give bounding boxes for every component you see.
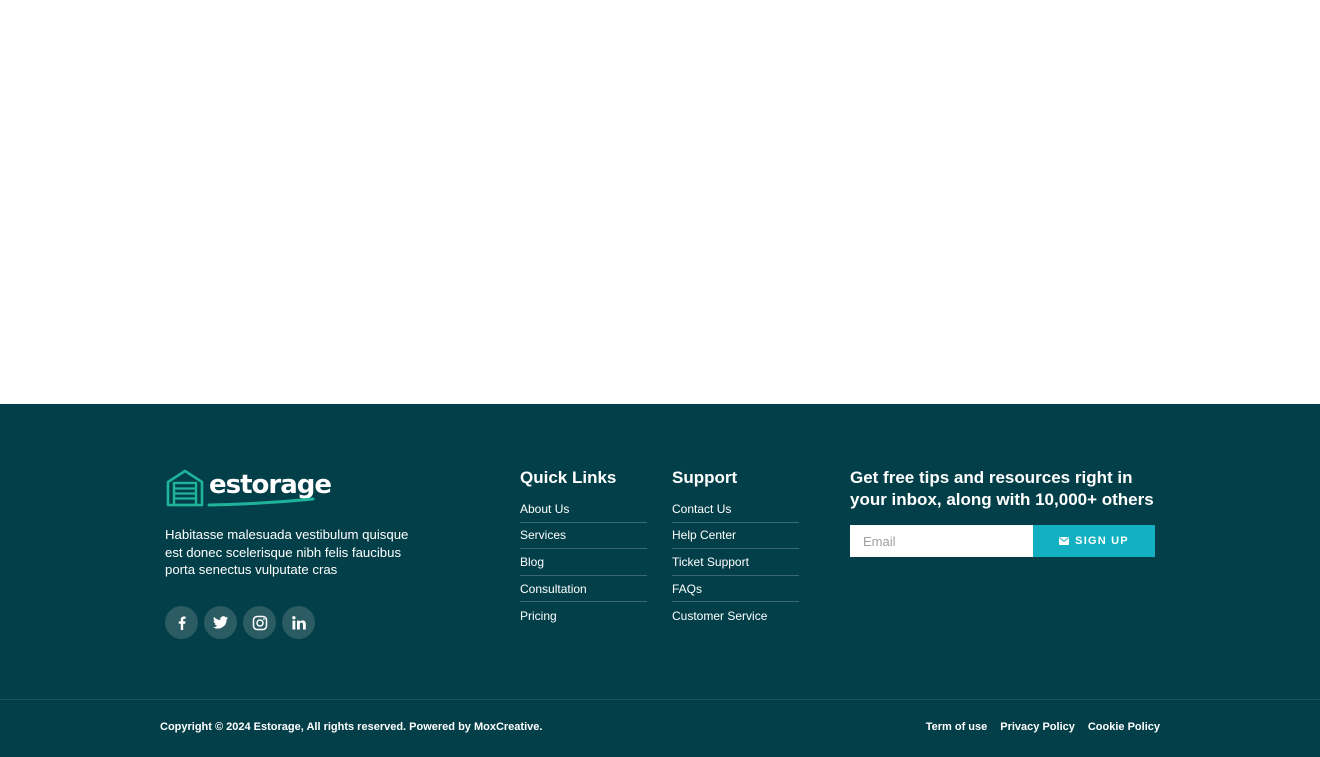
linkedin-link[interactable]: [282, 606, 315, 640]
copyright-text: Copyright © 2024 Estorage, All rights re…: [160, 721, 543, 733]
list-item: Consultation: [520, 576, 647, 603]
logo-wordmark: estorage: [209, 470, 332, 500]
page-content-area: [0, 0, 1320, 404]
twitter-link[interactable]: [204, 606, 237, 640]
support-link-contact-us[interactable]: Contact Us: [672, 502, 731, 516]
storage-unit-icon: [166, 469, 204, 507]
support-link-customer-service[interactable]: Customer Service: [672, 609, 767, 623]
quick-links-list: About Us Services Blog Consultation Pric…: [520, 496, 647, 629]
support-title: Support: [672, 468, 738, 487]
quick-link-services[interactable]: Services: [520, 528, 566, 542]
list-item: Ticket Support: [672, 549, 799, 576]
support-link-help-center[interactable]: Help Center: [672, 528, 736, 542]
quick-links-column: Quick Links About Us Services Blog Consu…: [520, 467, 647, 629]
newsletter-form: SIGN UP: [850, 525, 1160, 557]
support-links-list: Contact Us Help Center Ticket Support FA…: [672, 496, 799, 629]
twitter-icon: [213, 616, 228, 629]
cookie-policy-link[interactable]: Cookie Policy: [1088, 721, 1160, 733]
facebook-link[interactable]: [165, 606, 198, 640]
privacy-policy-link[interactable]: Privacy Policy: [1000, 721, 1075, 733]
list-item: FAQs: [672, 576, 799, 603]
instagram-link[interactable]: [243, 606, 276, 640]
list-item: Pricing: [520, 602, 647, 629]
list-item: Services: [520, 523, 647, 550]
facebook-icon: [178, 616, 186, 630]
envelope-icon: [1059, 537, 1070, 545]
quick-link-consultation[interactable]: Consultation: [520, 582, 587, 596]
support-link-faqs[interactable]: FAQs: [672, 582, 702, 596]
footer-brand: estorage Habitasse malesuada vestibulum …: [165, 468, 435, 640]
logo[interactable]: estorage: [165, 468, 435, 508]
sign-up-button[interactable]: SIGN UP: [1033, 525, 1155, 557]
list-item: Contact Us: [672, 496, 799, 523]
list-item: Blog: [520, 549, 647, 576]
sign-up-label: SIGN UP: [1075, 535, 1129, 547]
footer-divider: [0, 699, 1320, 700]
list-item: Help Center: [672, 523, 799, 550]
list-item: About Us: [520, 496, 647, 523]
social-links: [165, 606, 435, 640]
quick-link-blog[interactable]: Blog: [520, 555, 544, 569]
list-item: Customer Service: [672, 602, 799, 629]
newsletter-title: Get free tips and resources right in you…: [850, 468, 1154, 509]
email-input[interactable]: [850, 525, 1033, 557]
site-footer: estorage Habitasse malesuada vestibulum …: [0, 404, 1320, 757]
legal-links: Term of use Privacy Policy Cookie Policy: [926, 721, 1160, 733]
support-link-ticket-support[interactable]: Ticket Support: [672, 555, 749, 569]
support-column: Support Contact Us Help Center Ticket Su…: [672, 467, 799, 629]
instagram-icon: [252, 615, 267, 630]
terms-of-use-link[interactable]: Term of use: [926, 721, 988, 733]
logo-swoosh: [207, 497, 315, 507]
linkedin-icon: [291, 615, 306, 630]
brand-description: Habitasse malesuada vestibulum quisque e…: [165, 527, 409, 578]
quick-link-pricing[interactable]: Pricing: [520, 609, 557, 623]
quick-links-title: Quick Links: [520, 468, 617, 487]
newsletter-section: Get free tips and resources right in you…: [850, 467, 1160, 557]
quick-link-about-us[interactable]: About Us: [520, 502, 569, 516]
